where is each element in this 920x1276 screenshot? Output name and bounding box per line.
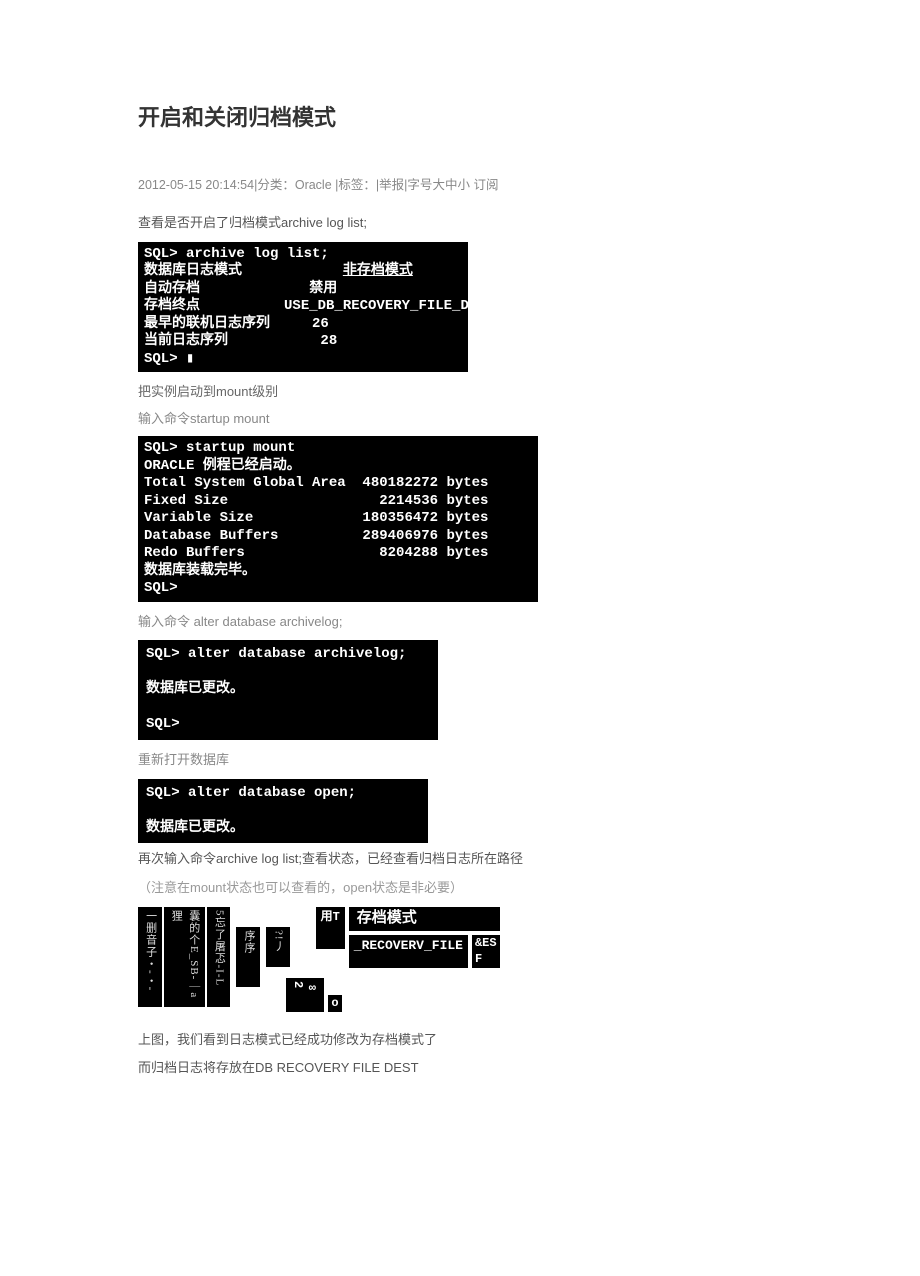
category-label: 分类： [257, 178, 295, 192]
paragraph-9: 而归档日志将存放在DB RECOVERY FILE DEST [138, 1058, 782, 1079]
frag-n2: o [328, 995, 341, 1011]
t2-l2: ORACLE 例程已经启动。 [144, 458, 532, 476]
t3-l2 [146, 664, 430, 682]
terminal-4: SQL> alter database open; 数据库已更改。 [138, 779, 428, 844]
font-large-link[interactable]: 大 [432, 178, 445, 192]
frag-v2: 囊的个E_SB-｜a狸 [164, 907, 205, 1007]
t3-l1: SQL> alter database archivelog; [146, 646, 430, 664]
terminal-3: SQL> alter database archivelog; 数据库已更改。 … [138, 640, 438, 740]
font-small-link[interactable]: 小 [457, 178, 470, 192]
tags-label: 标签： [338, 178, 376, 192]
frag-v1: 一删音子・-・- [138, 907, 162, 1007]
frag-v3: 5忘了屠忑-I-L [207, 907, 231, 1007]
terminal-1: SQL> archive log list; 数据库日志模式 非存档模式 自动存… [138, 242, 468, 373]
t4-l1: SQL> alter database open; [146, 785, 420, 803]
fragmented-terminal: 一删音子・-・- 囊的个E_SB-｜a狸 5忘了屠忑-I-L 序序 ?!丿 用T… [138, 907, 782, 1012]
t1-l1: SQL> archive log list; [144, 246, 462, 264]
frag-f: F [472, 951, 500, 967]
t2-l4: Total System Global Area 480182272 bytes [144, 475, 532, 493]
frag-file: _RECOVERV_FILE [349, 935, 468, 968]
t3-l4 [146, 699, 430, 717]
subscribe-link[interactable]: 订阅 [470, 178, 498, 192]
t1-l7: SQL> ▮ [144, 351, 462, 369]
terminal-2: SQL> startup mount ORACLE 例程已经启动。 Total … [138, 436, 538, 602]
paragraph-6: 再次输入命令archive log list;查看状态，已经查看归档日志所在路径 [138, 849, 782, 870]
t1-l3: 自动存档 禁用 [144, 281, 462, 299]
t3-l5: SQL> [146, 716, 430, 734]
paragraph-8: 上图，我们看到日志模式已经成功修改为存档模式了 [138, 1030, 782, 1051]
t1-l5: 最早的联机日志序列 26 [144, 316, 462, 334]
paragraph-1: 查看是否开启了归档模式archive log list; [138, 213, 782, 234]
t2-l7: Database Buffers 289406976 bytes [144, 528, 532, 546]
t4-l3: 数据库已更改。 [146, 820, 420, 838]
paragraph-4: 输入命令 alter database archivelog; [138, 612, 782, 633]
page-title: 开启和关闭归档模式 [138, 100, 782, 135]
article-meta: 2012-05-15 20:14:54|分类：Oracle |标签：|举报|字号… [138, 175, 782, 195]
paragraph-5: 重新打开数据库 [138, 750, 782, 771]
frag-v5: ?!丿 [266, 927, 290, 967]
t3-l3: 数据库已更改。 [146, 681, 430, 699]
t1-l4: 存档终点 USE_DB_RECOVERY_FILE_DEST [144, 298, 462, 316]
t2-l9: 数据库装载完毕。 [144, 563, 532, 581]
paragraph-2: 把实例启动到mount级别 [138, 382, 782, 403]
fontsize-label: 字号 [407, 178, 432, 192]
font-mid-link[interactable]: 中 [445, 178, 458, 192]
paragraph-3: 输入命令startup mount [138, 409, 782, 430]
paragraph-7: （注意在mount状态也可以查看的，open状态是非必要） [138, 878, 782, 899]
t2-l10: SQL> [144, 580, 532, 598]
frag-mode: 存档模式 [349, 907, 500, 931]
t4-l2 [146, 802, 420, 820]
datetime: 2012-05-15 20:14:54 [138, 178, 254, 192]
frag-mid: 用T [316, 907, 345, 949]
t2-l1: SQL> startup mount [144, 440, 532, 458]
t1-l2: 数据库日志模式 非存档模式 [144, 263, 462, 281]
t2-l6: Variable Size 180356472 bytes [144, 510, 532, 528]
t2-l5: Fixed Size 2214536 bytes [144, 493, 532, 511]
frag-v4: 序序 [236, 927, 260, 987]
frag-n1: ∞ 2 [286, 978, 325, 1012]
t2-l8: Redo Buffers 8204288 bytes [144, 545, 532, 563]
frag-es: &ES [472, 935, 500, 951]
category-link[interactable]: Oracle [295, 178, 335, 192]
t1-l6: 当前日志序列 28 [144, 333, 462, 351]
report-link[interactable]: 举报 [379, 178, 404, 192]
